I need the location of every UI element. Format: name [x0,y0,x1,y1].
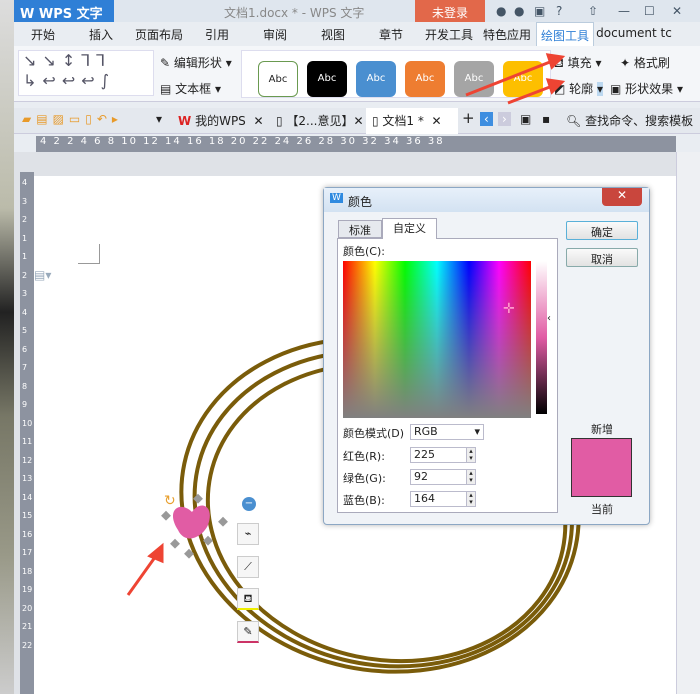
current-color-label: 当前 [591,503,613,516]
color-preview [571,438,632,497]
color-label: 颜色(C): [343,245,385,258]
green-input[interactable]: 92 [410,469,472,485]
outline-icon[interactable]: ✎ [237,621,259,643]
slider-pointer-icon[interactable]: ‹ [547,313,551,324]
blue-spinner[interactable]: ▴ ▾ [466,491,476,507]
heart-shape [172,505,210,539]
custom-panel: 颜色(C): ✛ ‹ 颜色模式(D) RGB ▾ 红色(R): 225 ▴ ▾ 绿色… [337,238,558,513]
rotate-handle-icon: ↻ [164,493,176,509]
dialog-title-bar: W 颜色 ✕ [324,188,649,212]
ok-button[interactable]: 确定 [566,221,638,240]
blue-label: 蓝色(B): [343,494,385,507]
dialog-title: 颜色 [348,195,373,209]
mode-label: 颜色模式(D) [343,427,405,440]
red-label: 红色(R): [343,450,385,463]
red-spinner[interactable]: ▴ ▾ [466,447,476,463]
red-input[interactable]: 225 [410,447,472,463]
mode-value: RGB [414,425,438,438]
blue-input[interactable]: 164 [410,491,472,507]
dialog-close-button[interactable]: ✕ [602,188,642,206]
green-label: 绿色(G): [343,472,386,485]
crosshair-icon: ✛ [503,301,515,317]
edit-shape-icon[interactable]: ⟋ [237,556,259,578]
new-color-label: 新增 [591,423,613,436]
tab-custom[interactable]: 自定义 [382,218,437,239]
color-dialog: W 颜色 ✕ 标准 自定义 颜色(C): ✛ ‹ 颜色模式(D) RGB ▾ 红色… [323,187,650,525]
collapse-icon[interactable]: − [242,497,256,511]
color-mode-select[interactable]: RGB ▾ [410,424,484,440]
fill-icon[interactable]: ⛾ [237,588,259,610]
cancel-button[interactable]: 取消 [566,248,638,267]
tab-standard[interactable]: 标准 [338,220,382,238]
green-spinner[interactable]: ▴ ▾ [466,469,476,485]
luminance-slider[interactable] [536,261,547,414]
wps-icon: W [330,193,343,203]
color-spectrum[interactable]: ✛ [343,261,531,418]
layout-option-icon[interactable]: ⌁ [237,523,259,545]
